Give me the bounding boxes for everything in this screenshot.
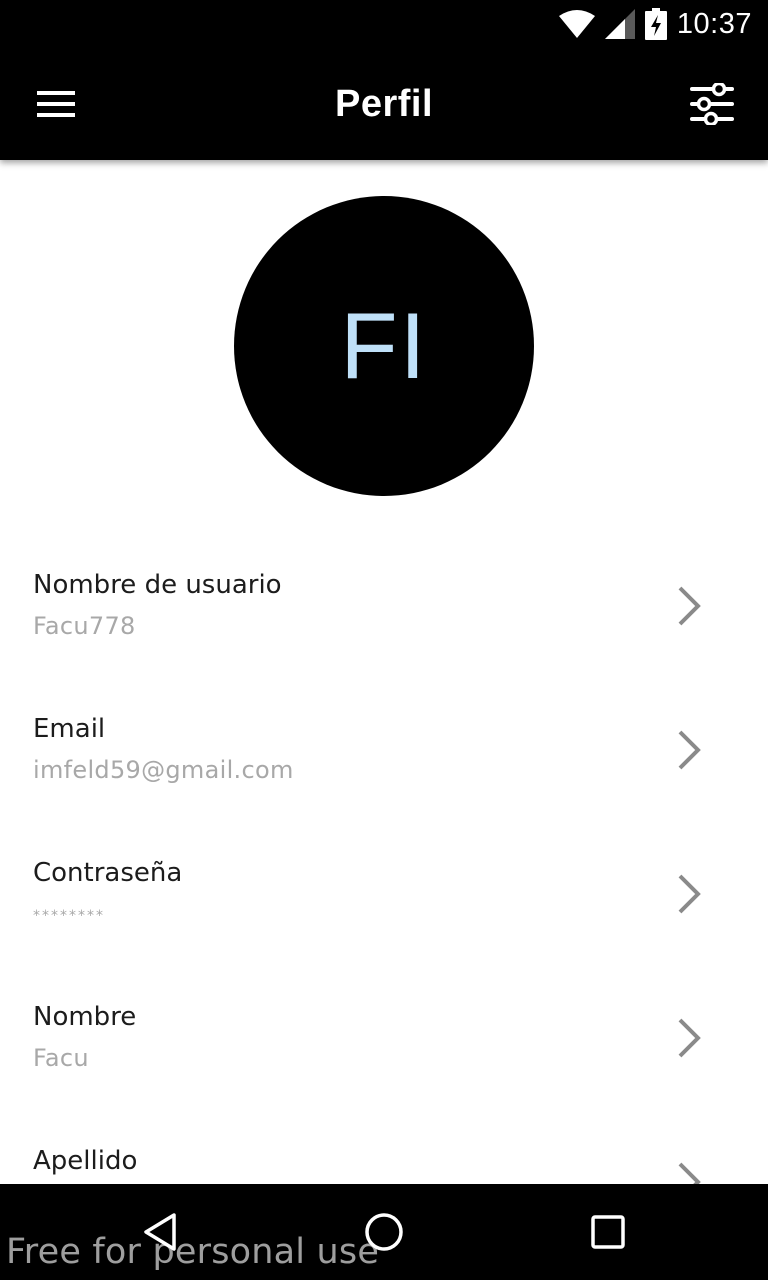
field-label: Apellido xyxy=(33,1146,138,1176)
field-label: Nombre xyxy=(33,1002,137,1032)
field-value: Facu xyxy=(33,1044,89,1072)
chevron-right-icon xyxy=(678,586,701,626)
list-item-email[interactable]: Email imfeld59@gmail.com xyxy=(0,674,768,818)
avatar-initials: FI xyxy=(340,293,428,398)
field-value: imfeld59@gmail.com xyxy=(33,756,294,784)
field-value-masked: ******** xyxy=(33,908,105,924)
status-bar: 10:37 xyxy=(0,0,768,48)
chevron-right-icon xyxy=(678,874,701,914)
filter-sliders-icon xyxy=(690,83,734,125)
signal-icon xyxy=(604,9,635,39)
chevron-right-icon xyxy=(678,1018,701,1058)
status-icons: 10:37 xyxy=(558,6,752,42)
menu-icon xyxy=(37,91,75,117)
list-item-first-name[interactable]: Nombre Facu xyxy=(0,962,768,1106)
wifi-icon xyxy=(558,10,595,38)
recents-square-icon xyxy=(591,1215,625,1249)
watermark-text: Free for personal use xyxy=(6,1232,380,1272)
filter-button[interactable] xyxy=(680,74,744,134)
field-label: Email xyxy=(33,714,106,744)
status-time: 10:37 xyxy=(676,7,752,40)
app-bar: Perfil xyxy=(0,48,768,160)
field-label: Contraseña xyxy=(33,858,183,888)
battery-charging-icon xyxy=(644,8,667,40)
field-label: Nombre de usuario xyxy=(33,570,282,600)
menu-button[interactable] xyxy=(24,78,88,130)
recents-button[interactable] xyxy=(580,1206,636,1258)
field-value: Facu778 xyxy=(33,612,136,640)
list-item-username[interactable]: Nombre de usuario Facu778 xyxy=(0,530,768,674)
chevron-right-icon xyxy=(678,730,701,770)
list-item-password[interactable]: Contraseña ******** xyxy=(0,818,768,962)
page-title: Perfil xyxy=(334,83,434,125)
profile-fields-list: Nombre de usuario Facu778 Email imfeld59… xyxy=(0,530,768,1250)
avatar[interactable]: FI xyxy=(234,196,534,496)
